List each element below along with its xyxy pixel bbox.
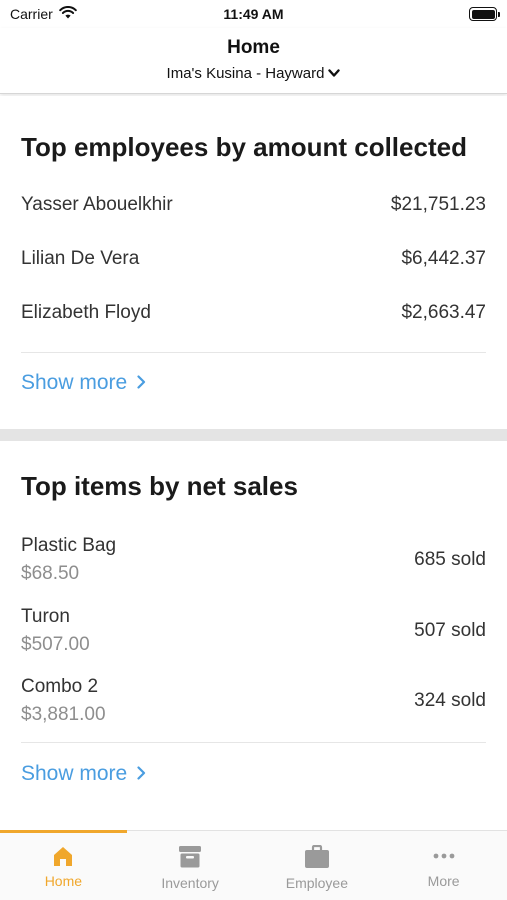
item-info: Plastic Bag $68.50 xyxy=(21,532,116,588)
top-employees-title: Top employees by amount collected xyxy=(21,132,467,162)
item-row[interactable]: Combo 2 $3,881.00 324 sold xyxy=(21,673,486,729)
top-items-title: Top items by net sales xyxy=(21,471,298,501)
location-label: Ima's Kusina - Hayward xyxy=(166,65,325,82)
show-more-label: Show more xyxy=(21,371,128,394)
item-sold-count: 685 sold xyxy=(414,549,486,570)
show-more-items-button[interactable]: Show more xyxy=(21,762,146,786)
employee-row[interactable]: Elizabeth Floyd $2,663.47 xyxy=(21,302,486,324)
employee-amount: $2,663.47 xyxy=(401,302,486,323)
tab-more[interactable]: More xyxy=(380,831,507,900)
employee-row[interactable]: Lilian De Vera $6,442.37 xyxy=(21,248,486,270)
top-employees-card: Top employees by amount collected Yasser… xyxy=(0,96,507,429)
inventory-box-icon xyxy=(178,845,202,869)
home-icon xyxy=(52,845,74,867)
carrier-label: Carrier xyxy=(10,6,53,22)
tab-label: Home xyxy=(44,873,83,889)
item-row[interactable]: Turon $507.00 507 sold xyxy=(21,603,486,659)
employee-name: Elizabeth Floyd xyxy=(21,302,151,323)
section-divider xyxy=(0,429,507,441)
show-more-employees-button[interactable]: Show more xyxy=(21,371,146,395)
divider xyxy=(21,352,486,353)
item-name: Plastic Bag xyxy=(21,535,117,556)
item-row[interactable]: Plastic Bag $68.50 685 sold xyxy=(21,532,486,588)
tab-employee[interactable]: Employee xyxy=(254,831,381,900)
chevron-right-icon xyxy=(137,762,146,786)
item-price: $507.00 xyxy=(21,634,90,655)
briefcase-icon xyxy=(304,845,330,869)
tab-inventory[interactable]: Inventory xyxy=(127,831,254,900)
item-info: Turon $507.00 xyxy=(21,603,90,659)
item-sold-count: 324 sold xyxy=(414,690,486,711)
item-sold-count: 507 sold xyxy=(414,620,486,641)
tab-label: More xyxy=(427,873,460,889)
tab-label: Inventory xyxy=(161,875,219,891)
divider xyxy=(21,742,486,743)
chevron-down-icon xyxy=(328,65,341,82)
employee-amount: $21,751.23 xyxy=(390,194,486,215)
nav-header: Home Ima's Kusina - Hayward xyxy=(0,28,507,94)
tab-bar: Home Inventory Employee More xyxy=(0,830,507,900)
location-picker[interactable]: Ima's Kusina - Hayward xyxy=(167,65,341,82)
show-more-label: Show more xyxy=(21,762,128,785)
top-items-card: Top items by net sales Plastic Bag $68.5… xyxy=(0,441,507,830)
item-price: $68.50 xyxy=(21,563,80,584)
status-left: Carrier xyxy=(10,6,77,22)
item-price: $3,881.00 xyxy=(21,704,106,725)
employee-amount: $6,442.37 xyxy=(401,248,486,269)
status-bar: Carrier 11:49 AM xyxy=(0,0,507,28)
wifi-icon xyxy=(58,6,77,22)
tab-home[interactable]: Home xyxy=(0,830,127,900)
employee-row[interactable]: Yasser Abouelkhir $21,751.23 xyxy=(21,194,486,216)
employee-name: Yasser Abouelkhir xyxy=(21,194,173,215)
tab-label: Employee xyxy=(285,875,348,891)
page-title: Home xyxy=(227,37,280,58)
item-name: Turon xyxy=(21,606,70,627)
item-name: Combo 2 xyxy=(21,676,99,697)
ellipsis-icon xyxy=(432,845,456,867)
item-info: Combo 2 $3,881.00 xyxy=(21,673,106,729)
battery-icon xyxy=(469,7,500,21)
employee-name: Lilian De Vera xyxy=(21,248,140,269)
chevron-right-icon xyxy=(137,371,146,395)
